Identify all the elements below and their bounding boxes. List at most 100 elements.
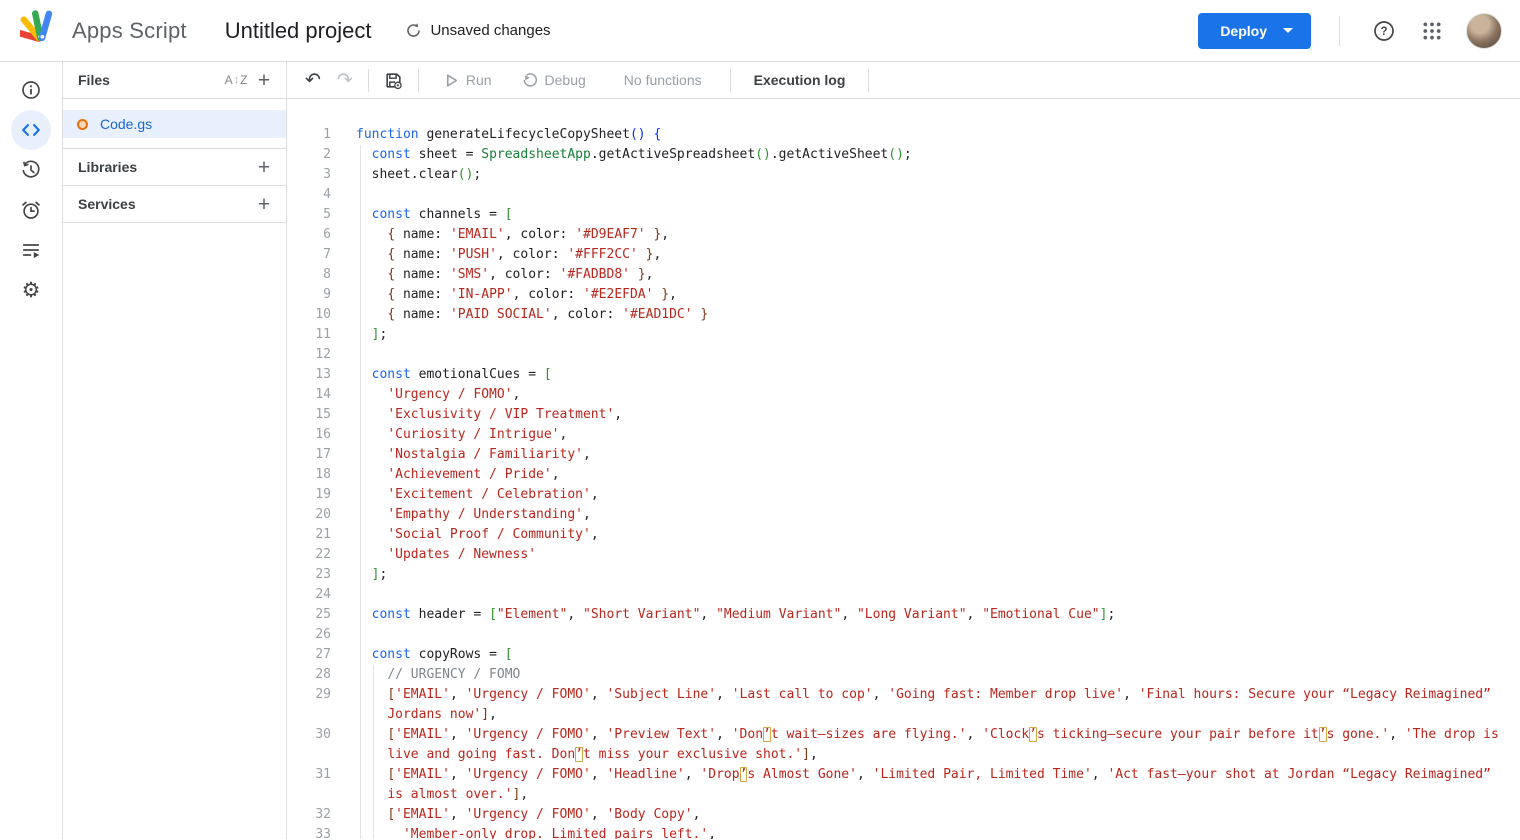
- avatar[interactable]: [1466, 13, 1502, 49]
- code-line: 14 'Urgency / FOMO',: [287, 385, 1520, 405]
- line-number: 32: [287, 805, 356, 825]
- code-line-text: 'Urgency / FOMO',: [356, 385, 520, 405]
- line-number: [287, 705, 356, 725]
- code-line: 24: [287, 585, 1520, 605]
- debug-label: Debug: [545, 72, 586, 88]
- code-line-text: 'Exclusivity / VIP Treatment',: [356, 405, 622, 425]
- sidebar-item-overview[interactable]: [11, 70, 51, 110]
- code-line-text: { name: 'PUSH', color: '#FFF2CC' },: [356, 245, 661, 265]
- line-number: 29: [287, 685, 356, 705]
- sidebar-item-project-history[interactable]: [11, 150, 51, 190]
- line-number: 9: [287, 285, 356, 305]
- line-number: 3: [287, 165, 356, 185]
- debug-icon: [522, 72, 538, 88]
- run-button[interactable]: Run: [436, 66, 500, 94]
- add-library-button[interactable]: +: [250, 153, 278, 181]
- line-number: 4: [287, 185, 356, 205]
- code-line: 4: [287, 185, 1520, 205]
- code-line: 3 sheet.clear();: [287, 165, 1520, 185]
- code-line-text: 'Curiosity / Intrigue',: [356, 425, 567, 445]
- code-line-wrap: Jordans now'],: [287, 705, 1520, 725]
- code-line-text: ['EMAIL', 'Urgency / FOMO', 'Preview Tex…: [356, 725, 1499, 745]
- redo-icon: ↷: [337, 71, 353, 90]
- code-line-text: const header = ["Element", "Short Varian…: [356, 605, 1115, 625]
- save-button[interactable]: [376, 66, 411, 94]
- code-line: 29 ['EMAIL', 'Urgency / FOMO', 'Subject …: [287, 685, 1520, 705]
- line-number: 27: [287, 645, 356, 665]
- line-number: 23: [287, 565, 356, 585]
- code-line: 28 // URGENCY / FOMO: [287, 665, 1520, 685]
- debug-button[interactable]: Debug: [514, 66, 594, 94]
- code-line: 31 ['EMAIL', 'Urgency / FOMO', 'Headline…: [287, 765, 1520, 785]
- line-number: 13: [287, 365, 356, 385]
- redo-button[interactable]: ↷: [329, 66, 361, 94]
- code-line-text: { name: 'IN-APP', color: '#E2EFDA' },: [356, 285, 677, 305]
- code-line-text: { name: 'SMS', color: '#FADBD8' },: [356, 265, 653, 285]
- code-line-text: function generateLifecycleCopySheet() {: [356, 125, 661, 145]
- line-number: 28: [287, 665, 356, 685]
- caret-down-icon: [1283, 28, 1293, 33]
- code-line-text: 'Excitement / Celebration',: [356, 485, 599, 505]
- app-header: Apps Script Untitled project Unsaved cha…: [0, 0, 1520, 62]
- code-line-text: 'Social Proof / Community',: [356, 525, 599, 545]
- add-file-button[interactable]: +: [250, 66, 278, 94]
- help-button[interactable]: ?: [1364, 11, 1404, 51]
- sort-files-button[interactable]: A↕Z: [222, 66, 250, 94]
- indent-guide: [373, 665, 374, 839]
- apps-script-home-link[interactable]: Apps Script: [20, 7, 187, 54]
- code-line: 6 { name: 'EMAIL', color: '#D9EAF7' },: [287, 225, 1520, 245]
- line-number: 26: [287, 625, 356, 645]
- line-number: 31: [287, 765, 356, 785]
- code-line: 19 'Excitement / Celebration',: [287, 485, 1520, 505]
- line-number: 25: [287, 605, 356, 625]
- line-number: 2: [287, 145, 356, 165]
- plus-icon: +: [258, 157, 270, 178]
- info-icon: [21, 80, 41, 100]
- file-item-code-gs[interactable]: Code.gs: [63, 110, 286, 138]
- services-section: Services +: [63, 186, 286, 223]
- code-line: 13 const emotionalCues = [: [287, 365, 1520, 385]
- sidebar-item-triggers[interactable]: [11, 190, 51, 230]
- code-line: 10 { name: 'PAID SOCIAL', color: '#EAD1D…: [287, 305, 1520, 325]
- code-line-text: const channels = [: [356, 205, 513, 225]
- line-number: 24: [287, 585, 356, 605]
- indent-guide: [360, 145, 361, 839]
- line-number: 15: [287, 405, 356, 425]
- sidebar-item-editor[interactable]: [11, 110, 51, 150]
- line-number: 18: [287, 465, 356, 485]
- function-selector-label: No functions: [624, 72, 702, 88]
- add-service-button[interactable]: +: [250, 190, 278, 218]
- grid-icon: [1422, 21, 1442, 41]
- code-lines: 1function generateLifecycleCopySheet() {…: [287, 125, 1520, 839]
- code-line: 2 const sheet = SpreadsheetApp.getActive…: [287, 145, 1520, 165]
- line-number: 16: [287, 425, 356, 445]
- undo-button[interactable]: ↶: [297, 66, 329, 94]
- executions-icon: [21, 240, 41, 260]
- alarm-clock-icon: [21, 200, 41, 220]
- execution-log-button[interactable]: Execution log: [738, 66, 862, 94]
- line-number: 14: [287, 385, 356, 405]
- toolbar-divider: [868, 69, 869, 92]
- line-number: 6: [287, 225, 356, 245]
- save-icon: [384, 71, 403, 90]
- files-panel: Files A↕Z + Code.gs Libraries + Services…: [63, 62, 287, 839]
- sidebar-item-executions[interactable]: [11, 230, 51, 270]
- save-status-label: Unsaved changes: [430, 22, 550, 39]
- line-number: 7: [287, 245, 356, 265]
- code-editor[interactable]: 1function generateLifecycleCopySheet() {…: [287, 99, 1520, 839]
- code-line: 5 const channels = [: [287, 205, 1520, 225]
- code-line-text: { name: 'PAID SOCIAL', color: '#EAD1DC' …: [356, 305, 708, 325]
- line-number: 19: [287, 485, 356, 505]
- sort-az-icon: A↕Z: [225, 73, 248, 87]
- deploy-button[interactable]: Deploy: [1198, 13, 1311, 49]
- sidebar-item-settings[interactable]: ⚙: [11, 270, 51, 310]
- services-label: Services: [78, 196, 250, 212]
- function-selector[interactable]: No functions: [610, 66, 716, 94]
- code-line: 7 { name: 'PUSH', color: '#FFF2CC' },: [287, 245, 1520, 265]
- code-line: 27 const copyRows = [: [287, 645, 1520, 665]
- apps-grid-button[interactable]: [1412, 11, 1452, 51]
- code-line: 9 { name: 'IN-APP', color: '#E2EFDA' },: [287, 285, 1520, 305]
- project-title[interactable]: Untitled project: [225, 18, 372, 44]
- code-line: 16 'Curiosity / Intrigue',: [287, 425, 1520, 445]
- code-line-text: const copyRows = [: [356, 645, 513, 665]
